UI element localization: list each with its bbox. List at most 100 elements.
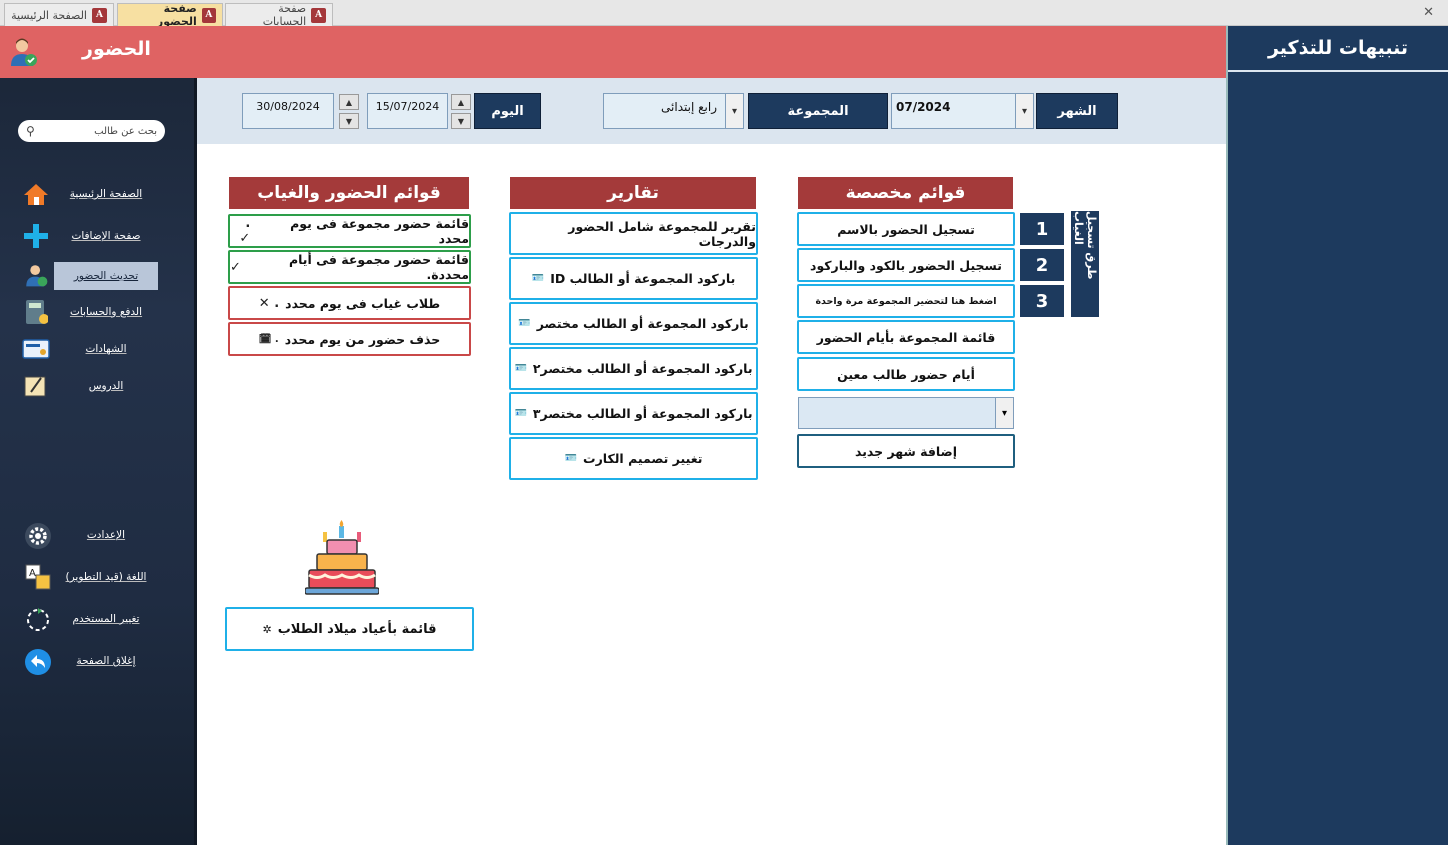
calendar-delete-icon: . 🗓 <box>258 333 279 345</box>
access-icon: A <box>201 7 216 23</box>
student-attendance-days-button[interactable]: أيام حضور طالب معين <box>797 357 1015 391</box>
button-label: باركود المجموعة أو الطالب مختصر٣ <box>532 406 753 421</box>
chevron-down-icon[interactable]: ▾ <box>725 94 743 128</box>
chevron-down-icon[interactable]: ▾ <box>1015 94 1033 128</box>
group-label-button[interactable]: المجموعة <box>748 93 888 129</box>
id-card-icon: 🪪 <box>518 318 531 329</box>
attendance-user-icon <box>22 261 50 289</box>
id-card-icon: 🪪 <box>514 408 527 419</box>
barcode-id-button[interactable]: باركود المجموعة أو الطالب ID 🪪 <box>509 257 758 300</box>
access-icon: A <box>311 7 326 23</box>
svg-text:A: A <box>29 568 36 579</box>
button-label: قائمة حضور مجموعة فى يوم محدد <box>290 216 469 246</box>
date-from-field[interactable]: 15/07/2024 <box>367 93 448 129</box>
tab-label: صفحة الحسابات <box>262 2 307 28</box>
button-label: تقرير للمجموعة شامل الحضور والدرجات <box>568 218 756 249</box>
sidebar-item-change-user[interactable]: تغيير المستخدم <box>54 605 158 633</box>
button-label: قائمة حضور مجموعة فى أيام محددة. <box>288 252 469 282</box>
day-label-button[interactable]: اليوم <box>474 93 541 129</box>
date-to-up-icon[interactable]: ▲ <box>339 94 359 110</box>
method-number-1: 1 <box>1020 213 1064 245</box>
button-label: قائمة بأعياد ميلاد الطلاب <box>277 621 437 637</box>
button-label: اضغط هنا لتحضير المجموعة مرة واحدة <box>815 295 997 307</box>
id-card-icon: 🪪 <box>531 273 545 284</box>
translate-icon: A <box>24 563 52 591</box>
attendance-lists-title: قوائم الحضور والغياب <box>229 177 469 209</box>
attendance-by-name-button[interactable]: تسجيل الحضور بالاسم <box>797 212 1015 246</box>
sidebar-item-additions[interactable]: صفحة الإضافات <box>54 222 158 250</box>
search-icon[interactable]: ⚲ <box>26 124 35 138</box>
header-bar <box>197 26 1226 78</box>
month-value: 07/2024 <box>896 100 951 114</box>
button-label: قائمة المجموعة بأيام الحضور <box>816 329 996 345</box>
group-select[interactable]: رابع إبتدائى ▾ <box>603 93 744 129</box>
book-icon <box>22 372 50 400</box>
barcode-short2-button[interactable]: باركود المجموعة أو الطالب مختصر٢ 🪪 <box>509 347 758 390</box>
reports-title: تقارير <box>510 177 756 209</box>
sidebar: بحث عن طالب ⚲ الصفحة الرئيسية صفحة الإضا… <box>0 26 197 845</box>
group-days-attendance-button[interactable]: قائمة حضور مجموعة فى أيام محددة. ✓ <box>228 250 471 284</box>
sidebar-item-attendance[interactable]: تحديث الحضور <box>54 262 158 290</box>
calculator-icon <box>22 298 50 326</box>
method-number-3: 3 <box>1020 285 1064 317</box>
month-select[interactable]: 07/2024 ▾ <box>891 93 1034 129</box>
delete-attendance-button[interactable]: حذف حضور من يوم محدد . 🗓 <box>228 322 471 356</box>
button-label: باركود المجموعة أو الطالب مختصر <box>536 316 749 331</box>
certificate-icon <box>22 335 50 363</box>
sidebar-item-home[interactable]: الصفحة الرئيسية <box>54 180 158 208</box>
birthday-cake-icon <box>304 520 380 596</box>
barcode-short-button[interactable]: باركود المجموعة أو الطالب مختصر 🪪 <box>509 302 758 345</box>
page-title: الحضور <box>82 38 151 60</box>
button-label: باركود المجموعة أو الطالب ID <box>550 271 736 286</box>
search-input[interactable]: بحث عن طالب <box>94 126 157 137</box>
group-day-attendance-button[interactable]: قائمة حضور مجموعة فى يوم محدد . ✓ <box>228 214 471 248</box>
mark-group-once-button[interactable]: اضغط هنا لتحضير المجموعة مرة واحدة <box>797 284 1015 318</box>
tab-label: الصفحة الرئيسية <box>11 8 87 22</box>
alerts-title: تنبيهات للتذكير <box>1228 26 1448 72</box>
button-label: طلاب غياب فى يوم محدد <box>285 295 441 311</box>
alerts-panel: تنبيهات للتذكير <box>1226 26 1448 845</box>
user-avatar-icon[interactable] <box>8 36 38 68</box>
month-label-button[interactable]: الشهر <box>1036 93 1118 129</box>
button-label: تسجيل الحضور بالكود والباركود <box>810 257 1002 273</box>
sidebar-item-close-page[interactable]: إغلاق الصفحة <box>54 647 158 675</box>
date-from-value: 15/07/2024 <box>375 100 440 113</box>
sidebar-item-lessons[interactable]: الدروس <box>54 372 158 400</box>
barcode-short3-button[interactable]: باركود المجموعة أو الطالب مختصر٣ 🪪 <box>509 392 758 435</box>
date-from-up-icon[interactable]: ▲ <box>451 94 471 110</box>
date-to-down-icon[interactable]: ▼ <box>339 113 359 129</box>
check-icon: ✓ <box>230 259 241 275</box>
date-to-field[interactable]: 30/08/2024 <box>242 93 334 129</box>
close-window-icon[interactable]: ✕ <box>1423 5 1434 20</box>
student-search[interactable]: بحث عن طالب ⚲ <box>18 120 165 142</box>
group-report-button[interactable]: تقرير للمجموعة شامل الحضور والدرجات <box>509 212 758 255</box>
sidebar-item-language[interactable]: اللغة (قيد التطوير) <box>54 563 158 591</box>
birthdays-list-button[interactable]: قائمة بأعياد ميلاد الطلاب ✲ <box>225 607 474 651</box>
group-attendance-days-button[interactable]: قائمة المجموعة بأيام الحضور <box>797 320 1015 354</box>
add-new-month-button[interactable]: إضافة شهر جديد <box>797 434 1015 468</box>
chevron-down-icon[interactable]: ▾ <box>995 398 1013 428</box>
date-from-down-icon[interactable]: ▼ <box>451 113 471 129</box>
button-label: إضافة شهر جديد <box>855 443 957 459</box>
tab-attendance[interactable]: A صفحة الحضور <box>117 2 223 28</box>
cross-icon: . ✕ <box>258 295 280 311</box>
attendance-by-barcode-button[interactable]: تسجيل الحضور بالكود والباركود <box>797 248 1015 282</box>
group-value: رابع إبتدائى <box>661 100 717 114</box>
check-icon: . ✓ <box>239 216 251 246</box>
tab-accounts[interactable]: A صفحة الحسابات <box>225 2 333 28</box>
house-icon <box>22 180 50 208</box>
method-number-2: 2 <box>1020 249 1064 281</box>
sidebar-item-certificates[interactable]: الشهادات <box>54 335 158 363</box>
gear-icon <box>24 522 52 550</box>
confetti-icon: ✲ <box>262 622 272 636</box>
sidebar-item-payments[interactable]: الدفع والحسابات <box>54 298 158 326</box>
student-select[interactable]: ▾ <box>798 397 1014 429</box>
tab-label: صفحة الحضور <box>156 2 197 28</box>
attendance-methods-label: طرق تسجيل الغياب <box>1071 211 1099 317</box>
change-card-design-button[interactable]: تغيير تصميم الكارت 🪪 <box>509 437 758 480</box>
back-arrow-icon <box>24 648 52 676</box>
id-card-icon: 🪪 <box>514 363 527 374</box>
absent-students-button[interactable]: طلاب غياب فى يوم محدد . ✕ <box>228 286 471 320</box>
sidebar-item-settings[interactable]: الإعدادت <box>54 521 158 549</box>
tab-home[interactable]: A الصفحة الرئيسية <box>4 3 114 26</box>
